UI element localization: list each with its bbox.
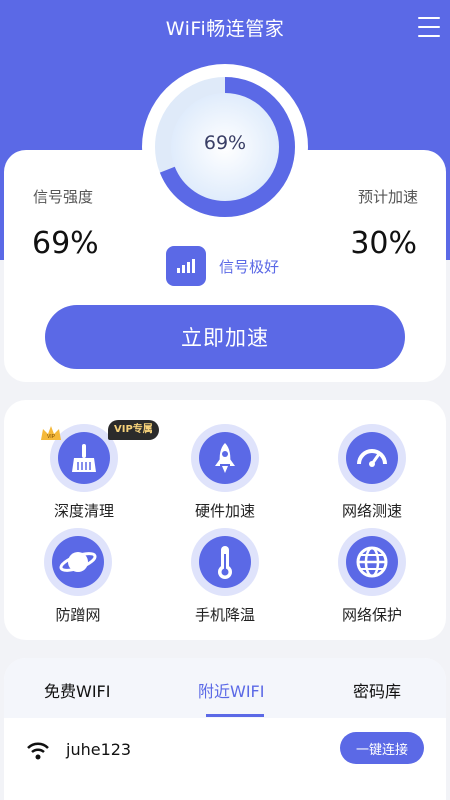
tool-phone-cooling[interactable]: 手机降温	[165, 528, 285, 624]
tool-deep-clean[interactable]: VIP VIP专属 深度清理	[24, 420, 159, 520]
tool-label: 深度清理	[53, 502, 114, 520]
svg-text:VIP: VIP	[47, 434, 56, 440]
vip-badge: VIP专属	[108, 420, 159, 440]
wifi-panel: 免费WIFI 附近WIFI 密码库 juhe123 一键连接	[4, 658, 446, 800]
wifi-tabs: 免费WIFI 附近WIFI 密码库	[4, 658, 446, 718]
thermometer-icon	[199, 536, 251, 588]
signal-quality: 信号极好	[219, 258, 280, 276]
tool-hardware-boost[interactable]: 硬件加速	[165, 424, 285, 520]
boost-button[interactable]: 立即加速	[45, 305, 405, 369]
tool-label: 硬件加速	[194, 502, 255, 520]
tab-free-wifi[interactable]: 免费WIFI	[44, 678, 110, 702]
globe-icon	[346, 536, 398, 588]
tool-label: 网络保护	[341, 606, 402, 624]
tool-label: 手机降温	[194, 606, 255, 624]
crown-icon: VIP	[41, 426, 61, 440]
tab-nearby-wifi[interactable]: 附近WIFI	[198, 678, 264, 702]
gauge-percent: 69%	[203, 132, 247, 154]
predicted-boost-label: 预计加速	[357, 188, 418, 206]
predicted-boost-value: 30%	[350, 226, 417, 261]
tool-label: 防蹭网	[55, 606, 101, 624]
planet-icon	[52, 536, 104, 588]
tool-network-protect[interactable]: 网络保护	[312, 528, 432, 624]
signal-strength-value: 69%	[32, 226, 99, 261]
tools-panel: VIP VIP专属 深度清理 硬件加速 网络测速 防蹭网 手机降温 网络保护	[4, 400, 446, 640]
connect-button[interactable]: 一键连接	[340, 732, 424, 764]
app-title: WiFi畅连管家	[165, 18, 285, 40]
rocket-icon	[199, 432, 251, 484]
tool-anti-leech[interactable]: 防蹭网	[18, 528, 138, 624]
wifi-ssid: juhe123	[66, 740, 132, 759]
signal-bars-icon	[166, 246, 206, 286]
speedometer-icon	[346, 432, 398, 484]
tool-speed-test[interactable]: 网络测速	[312, 424, 432, 520]
active-tab-indicator	[206, 714, 264, 717]
wifi-icon	[27, 742, 49, 760]
wifi-list-item[interactable]: juhe123 一键连接	[4, 728, 446, 776]
tool-label: 网络测速	[341, 502, 402, 520]
signal-strength-label: 信号强度	[33, 188, 94, 206]
tab-password-library[interactable]: 密码库	[353, 678, 401, 702]
menu-icon[interactable]	[418, 17, 440, 37]
broom-icon	[58, 432, 110, 484]
